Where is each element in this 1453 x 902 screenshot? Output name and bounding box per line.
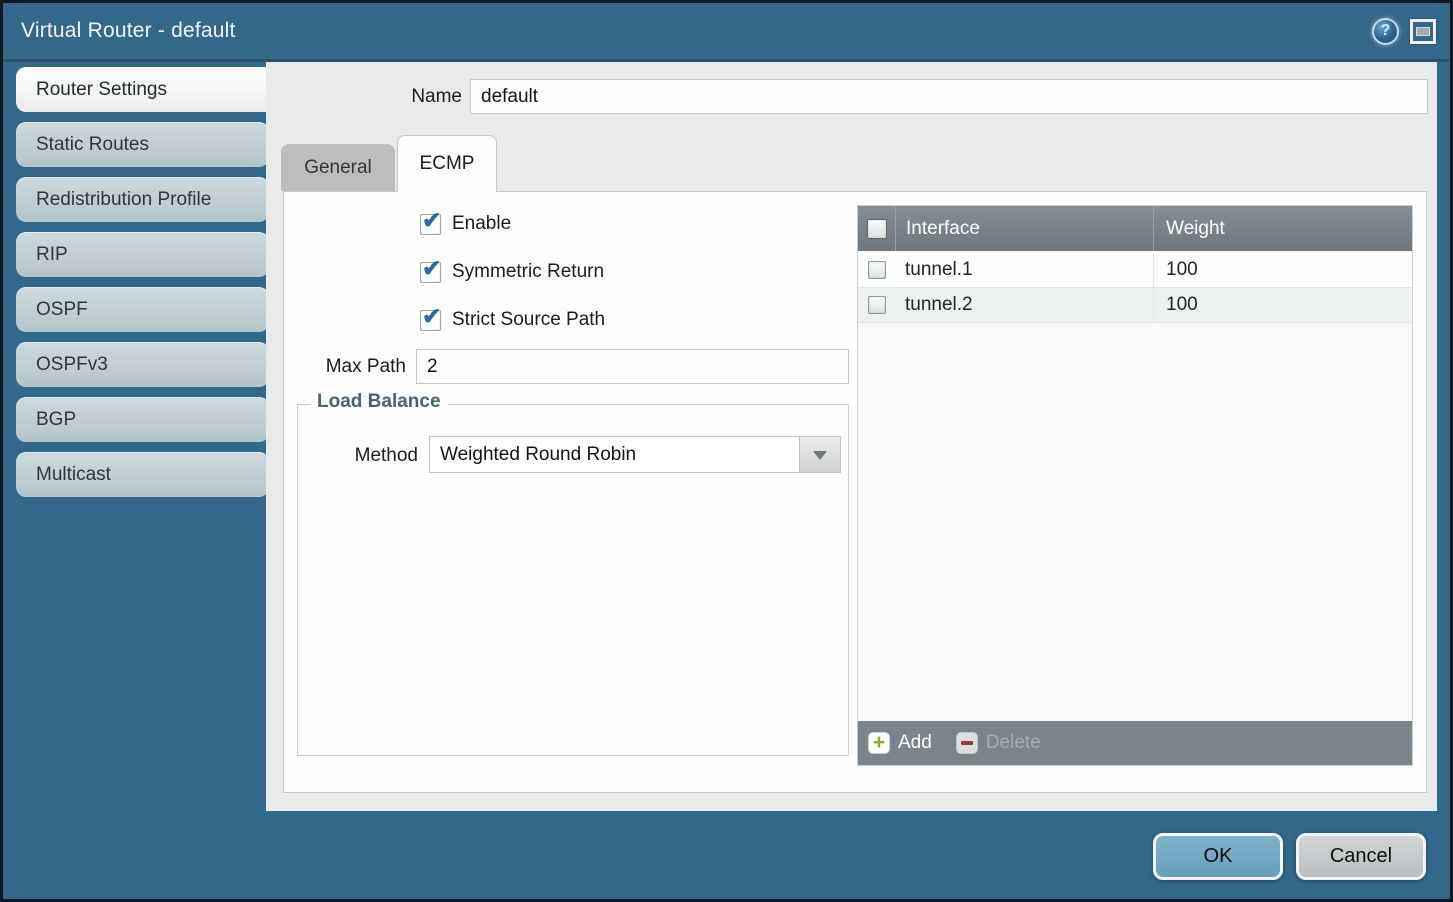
sidebar: Router Settings Static Routes Redistribu…	[16, 67, 269, 497]
load-balance-group: Load Balance Method Weighted Round Robin	[297, 404, 849, 756]
virtual-router-dialog: Virtual Router - default Router Settings…	[0, 0, 1453, 902]
table-empty-area	[858, 323, 1412, 721]
column-header-interface[interactable]: Interface	[895, 206, 1153, 251]
help-icon[interactable]	[1372, 18, 1399, 45]
enable-checkbox[interactable]	[420, 214, 441, 235]
load-balance-legend: Load Balance	[310, 391, 448, 413]
sidebar-item-label: OSPFv3	[36, 354, 108, 376]
cell-interface: tunnel.1	[895, 253, 1153, 287]
enable-row: Enable	[420, 212, 511, 236]
method-label: Method	[298, 445, 418, 467]
add-button-label: Add	[898, 732, 932, 754]
row-checkbox[interactable]	[868, 296, 886, 314]
plus-icon	[868, 732, 890, 754]
minus-icon	[956, 732, 978, 754]
strict-source-path-label: Strict Source Path	[452, 309, 605, 331]
enable-label: Enable	[452, 213, 511, 235]
sidebar-item-rip[interactable]: RIP	[16, 232, 269, 277]
delete-button[interactable]: Delete	[956, 732, 1041, 754]
sidebar-item-multicast[interactable]: Multicast	[16, 452, 269, 497]
symmetric-return-label: Symmetric Return	[452, 261, 604, 283]
strict-source-path-row: Strict Source Path	[420, 308, 605, 332]
symmetric-return-checkbox[interactable]	[420, 262, 441, 283]
interface-table: Interface Weight tunnel.1 100 tunnel.2 1…	[857, 205, 1413, 766]
tab-ecmp[interactable]: ECMP	[397, 135, 497, 192]
sidebar-item-label: Redistribution Profile	[36, 189, 211, 211]
sidebar-item-router-settings[interactable]: Router Settings	[16, 67, 269, 112]
titlebar-icons	[1372, 18, 1436, 45]
sidebar-item-redistribution-profile[interactable]: Redistribution Profile	[16, 177, 269, 222]
ok-button[interactable]: OK	[1153, 833, 1283, 880]
max-path-input[interactable]	[416, 349, 849, 384]
select-all-cell	[858, 206, 895, 251]
row-checkbox[interactable]	[868, 261, 886, 279]
sidebar-item-label: Router Settings	[36, 79, 167, 101]
name-label: Name	[266, 86, 462, 108]
select-all-checkbox[interactable]	[867, 219, 887, 239]
tab-general[interactable]: General	[281, 144, 395, 191]
method-select[interactable]: Weighted Round Robin	[429, 436, 841, 473]
column-header-weight[interactable]: Weight	[1153, 206, 1412, 251]
sidebar-item-label: RIP	[36, 244, 68, 266]
delete-button-label: Delete	[986, 732, 1041, 754]
maximize-icon-inner	[1416, 27, 1430, 36]
strict-source-path-checkbox[interactable]	[420, 310, 441, 331]
cell-weight: 100	[1153, 288, 1412, 322]
cell-interface: tunnel.2	[895, 288, 1153, 322]
cancel-button[interactable]: Cancel	[1296, 833, 1426, 880]
sidebar-item-label: Static Routes	[36, 134, 149, 156]
content-area: Name General ECMP Enable Symmetric Retur…	[266, 62, 1437, 811]
method-selected-value: Weighted Round Robin	[430, 437, 799, 472]
cell-weight: 100	[1153, 253, 1412, 287]
sidebar-item-bgp[interactable]: BGP	[16, 397, 269, 442]
table-row[interactable]: tunnel.1 100	[858, 253, 1412, 288]
sidebar-item-ospf[interactable]: OSPF	[16, 287, 269, 332]
symmetric-return-row: Symmetric Return	[420, 260, 604, 284]
table-row[interactable]: tunnel.2 100	[858, 288, 1412, 323]
max-path-label: Max Path	[284, 356, 406, 378]
sidebar-item-label: OSPF	[36, 299, 88, 321]
minus-glyph	[961, 741, 973, 745]
ecmp-panel: Enable Symmetric Return Strict Source Pa…	[283, 191, 1427, 793]
table-toolbar: Add Delete	[858, 721, 1412, 765]
chevron-down-icon[interactable]	[799, 437, 840, 472]
chevron-down-glyph	[813, 451, 827, 467]
dialog-title: Virtual Router - default	[21, 19, 236, 43]
sidebar-item-ospfv3[interactable]: OSPFv3	[16, 342, 269, 387]
name-input[interactable]	[470, 79, 1428, 114]
maximize-icon[interactable]	[1410, 19, 1436, 44]
titlebar: Virtual Router - default	[3, 3, 1450, 62]
row-checkbox-cell	[858, 253, 895, 287]
row-checkbox-cell	[858, 288, 895, 322]
add-button[interactable]: Add	[868, 732, 932, 754]
sidebar-item-label: BGP	[36, 409, 76, 431]
table-header: Interface Weight	[858, 206, 1412, 253]
sidebar-item-label: Multicast	[36, 464, 111, 486]
sidebar-item-static-routes[interactable]: Static Routes	[16, 122, 269, 167]
